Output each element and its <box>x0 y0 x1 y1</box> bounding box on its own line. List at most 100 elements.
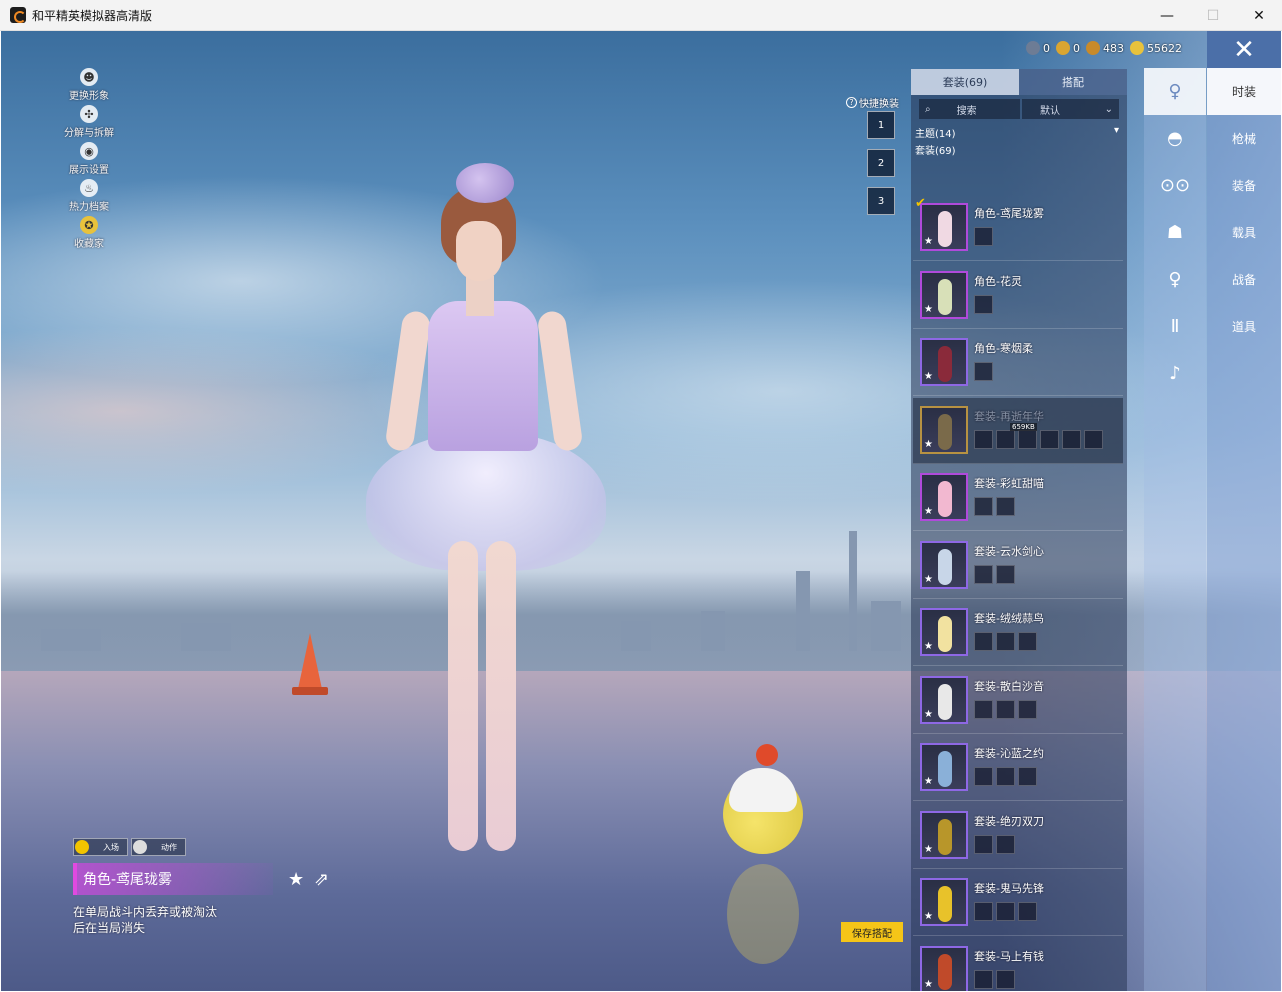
outfit-part-thumb[interactable] <box>996 699 1015 719</box>
close-panel-button[interactable]: ✕ <box>1207 31 1281 68</box>
outfit-part-thumb[interactable] <box>974 969 993 989</box>
maximize-button[interactable]: ☐ <box>1190 0 1236 31</box>
tab-entry-anim[interactable]: 入场 <box>73 838 128 856</box>
tab-battle-prep[interactable]: 战备 <box>1207 256 1281 303</box>
share-icon[interactable]: ⇗ <box>314 869 329 890</box>
outfit-item[interactable]: ★ 套装-彩虹甜喵 <box>913 465 1123 531</box>
currency-4[interactable]: 55622 <box>1130 41 1182 55</box>
figure-icon: ♀ <box>1168 81 1182 102</box>
outfit-part-thumb[interactable] <box>974 227 993 246</box>
menu-collector[interactable]: ✪ 收藏家 <box>58 216 120 253</box>
save-combo-button[interactable]: 保存搭配 <box>841 922 903 942</box>
category-figure[interactable]: ♀ <box>1144 68 1206 115</box>
outfit-part-thumb[interactable] <box>1018 767 1037 786</box>
outfit-part-thumb[interactable] <box>996 834 1015 854</box>
outfit-item[interactable]: ★ 套装-云水剑心 <box>913 533 1123 599</box>
tab-suits[interactable]: 套装(69) <box>911 69 1019 95</box>
quick-change-label[interactable]: ? 快捷换装 <box>846 95 899 110</box>
tab-combos[interactable]: 搭配 <box>1019 69 1127 95</box>
window-close-button[interactable]: ✕ <box>1236 0 1282 31</box>
puzzle-icon: ✣ <box>80 105 98 123</box>
outfit-item-name: 角色-鸢尾珑雾 <box>974 207 1044 220</box>
outfit-part-thumb[interactable] <box>996 564 1015 584</box>
game-viewport[interactable]: ☻ 更换形象 ✣ 分解与拆解 ◉ 展示设置 ♨ 热力档案 ✪ 收藏家 0 0 4… <box>1 31 1281 991</box>
outfit-part-thumb[interactable] <box>974 902 993 921</box>
tab-action-anim[interactable]: 动作 <box>131 838 186 856</box>
category-goggles[interactable]: ⊙⊙ <box>1144 162 1206 209</box>
download-size-badge[interactable]: 659KB <box>1010 422 1037 431</box>
tab-items[interactable]: 道具 <box>1207 303 1281 350</box>
outfit-item[interactable]: ★ 套装-绝刃双刀 <box>913 803 1123 869</box>
category-pants[interactable]: Ⅱ <box>1144 303 1206 350</box>
window-title: 和平精英模拟器高清版 <box>32 8 153 23</box>
outfit-part-thumb[interactable] <box>1018 699 1037 719</box>
outfit-part-thumb[interactable] <box>1062 429 1081 449</box>
sort-dropdown[interactable]: 默认 ⌄ <box>1021 99 1119 119</box>
minimize-button[interactable]: — <box>1144 0 1190 31</box>
outfit-part-thumb[interactable] <box>1084 429 1103 449</box>
outfit-item[interactable]: ★ 套装-绒绒蒜鸟 <box>913 600 1123 666</box>
menu-change-avatar[interactable]: ☻ 更换形象 <box>58 68 120 105</box>
currency-bar: 0 0 483 55622 <box>1026 39 1182 57</box>
outfit-part-thumb[interactable] <box>996 969 1015 989</box>
outfit-part-thumb[interactable] <box>1018 632 1037 651</box>
currency-2[interactable]: 0 <box>1056 41 1080 55</box>
outfit-part-thumb[interactable] <box>1018 429 1037 449</box>
outfit-item-name: 套装-马上有钱 <box>974 949 1044 963</box>
category-mask[interactable]: ☗ <box>1144 209 1206 256</box>
tab-weapons[interactable]: 枪械 <box>1207 115 1281 162</box>
outfit-item[interactable]: ★ 套装-再逝年华 659KB <box>913 397 1123 464</box>
tab-fashion[interactable]: 时装 <box>1207 68 1281 115</box>
outfit-part-thumb[interactable] <box>974 497 993 516</box>
star-icon: ★ <box>924 843 933 855</box>
menu-display-settings[interactable]: ◉ 展示设置 <box>58 142 120 179</box>
tab-vehicles[interactable]: 载具 <box>1207 209 1281 256</box>
group-theme[interactable]: 主题(14) ▾ <box>915 125 1127 140</box>
outfit-item[interactable]: ★ 角色-寒烟柔 <box>913 330 1123 396</box>
category-hat[interactable]: ◓ <box>1144 115 1206 162</box>
outfit-part-thumb[interactable] <box>974 767 993 786</box>
outfit-part-thumb[interactable] <box>974 362 993 381</box>
outfit-item[interactable]: ★ 套装-散白沙音 <box>913 668 1123 734</box>
quick-slot-2[interactable]: 2 <box>867 149 895 177</box>
category-shoes[interactable]: ♪ <box>1144 350 1206 397</box>
search-icon: ⌕ <box>925 103 931 115</box>
outfit-part-thumb[interactable] <box>974 429 993 449</box>
outfit-part-thumb[interactable] <box>974 564 993 584</box>
outfit-item[interactable]: ★ 套装-马上有钱 <box>913 938 1123 991</box>
favorite-star-icon[interactable]: ★ <box>288 869 304 890</box>
outfit-thumbnail: ★ <box>920 608 968 656</box>
outfit-part-thumb[interactable] <box>1018 902 1037 921</box>
quick-slot-1[interactable]: 1 <box>867 111 895 139</box>
outfit-part-thumb[interactable] <box>974 294 993 314</box>
menu-heat-archive[interactable]: ♨ 热力档案 <box>58 179 120 216</box>
outfit-item[interactable]: ★ 套装-鬼马先锋 <box>913 870 1123 936</box>
currency-3[interactable]: 483 <box>1086 41 1124 55</box>
outfit-part-thumb[interactable] <box>974 699 993 719</box>
outfit-part-thumb[interactable] <box>974 834 993 854</box>
tab-equipment[interactable]: 装备 <box>1207 162 1281 209</box>
outfit-parts <box>974 362 993 381</box>
outfit-part-thumb[interactable] <box>996 902 1015 921</box>
star-icon: ★ <box>924 641 933 652</box>
chick-pet[interactable] <box>723 744 803 964</box>
outfit-item[interactable]: ★ 套装-沁蓝之约 <box>913 735 1123 801</box>
outfit-part-thumb[interactable] <box>996 497 1015 516</box>
menu-decompose[interactable]: ✣ 分解与拆解 <box>58 105 120 142</box>
equipped-check-icon: ✔ <box>915 196 926 211</box>
outfit-part-thumb[interactable] <box>974 632 993 651</box>
currency-1[interactable]: 0 <box>1026 41 1050 55</box>
outfit-thumbnail: ★ <box>920 810 968 859</box>
outfit-part-thumb[interactable] <box>996 429 1015 449</box>
search-input[interactable]: ⌕ 搜索 <box>919 99 1020 119</box>
outfit-thumbnail: ★ <box>920 945 968 991</box>
outfit-item[interactable]: ★ ✔ 角色-鸢尾珑雾 <box>913 195 1123 261</box>
category-outfit[interactable]: ♀ <box>1144 256 1206 303</box>
outfit-thumbnail: ★ <box>920 270 968 319</box>
outfit-item[interactable]: ★ 角色-花灵 <box>913 263 1123 329</box>
outfit-part-thumb[interactable] <box>1040 429 1059 449</box>
outfit-part-thumb[interactable] <box>996 767 1015 786</box>
quick-slot-3[interactable]: 3 <box>867 187 895 215</box>
outfit-part-thumb[interactable] <box>996 632 1015 651</box>
character-model[interactable] <box>356 151 616 891</box>
